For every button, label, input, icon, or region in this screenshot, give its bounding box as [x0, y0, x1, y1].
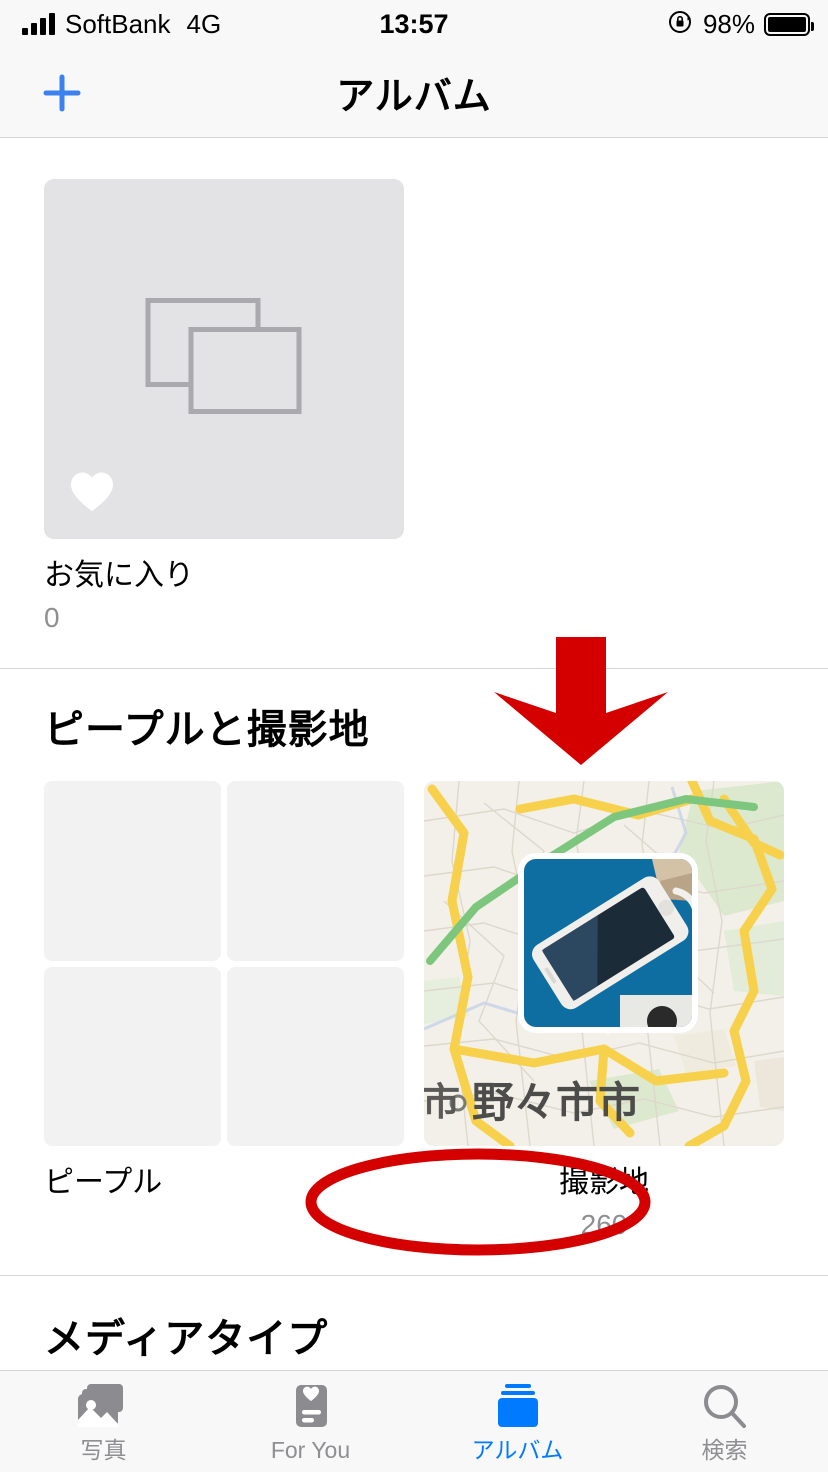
tab-albums[interactable]: アルバム [414, 1371, 621, 1472]
album-item-favorites[interactable]: お気に入り 0 [44, 179, 404, 634]
people-label: ピープル [44, 1166, 163, 1200]
rotation-lock-icon [667, 8, 694, 40]
album-count: 0 [44, 601, 60, 633]
page-title: アルバム [336, 76, 492, 118]
battery-percentage: 98% [702, 8, 755, 39]
people-tile [227, 966, 404, 1147]
map-label: 野々市市 [472, 1079, 640, 1126]
section-header-people-places: ピープルと撮影地 [44, 708, 370, 753]
photos-icon [77, 1381, 131, 1433]
navigation-bar: アルバム [0, 48, 828, 138]
stacked-photos-icon [144, 297, 304, 422]
foryou-icon [287, 1381, 335, 1433]
section-header-media-types: メディアタイプ [44, 1317, 329, 1362]
status-bar: SoftBank 4G 13:57 98% [0, 0, 828, 48]
album-item-people[interactable]: ピープル [44, 781, 404, 1241]
photos-app-screen: SoftBank 4G 13:57 98% アルバム お気に入り 0 ピープルと… [0, 0, 828, 1472]
tab-bar: 写真 For You アルバム 検索 [0, 1370, 828, 1472]
places-map-thumbnail: 市 野々市市 [424, 781, 784, 1147]
map-graphic: 市 野々市市 [424, 781, 784, 1147]
people-places-row: ピープル 市 野々市市 撮影地 260 [0, 781, 828, 1241]
album-thumbnail [44, 179, 404, 539]
search-icon [700, 1381, 750, 1433]
tab-label-photos: 写真 [80, 1437, 127, 1463]
album-item-places[interactable]: 市 野々市市 撮影地 260 [424, 781, 784, 1241]
heart-icon [68, 470, 116, 519]
tab-for-you[interactable]: For You [207, 1371, 414, 1472]
people-thumbnail [44, 781, 404, 1147]
albums-icon [492, 1381, 544, 1433]
status-bar-right: 98% [667, 0, 814, 48]
map-label-partial: 市 [424, 1082, 460, 1124]
places-label: 撮影地 [559, 1166, 649, 1200]
people-tile [44, 781, 221, 961]
tab-search[interactable]: 検索 [621, 1371, 828, 1472]
battery-full-icon [764, 12, 814, 36]
albums-grid: お気に入り 0 [0, 139, 828, 634]
tab-label-for-you: For You [270, 1437, 351, 1463]
places-count: 260 [580, 1208, 628, 1240]
tab-photos[interactable]: 写真 [0, 1371, 207, 1472]
albums-scroll-content[interactable]: お気に入り 0 ピープルと撮影地 ピープル 市 野々市市 撮影地 260 メディ… [0, 139, 828, 1370]
people-tile [227, 781, 404, 961]
people-tile [44, 966, 221, 1147]
tab-label-search: 検索 [701, 1437, 748, 1463]
tab-label-albums: アルバム [471, 1437, 564, 1463]
album-title: お気に入り [44, 559, 194, 592]
